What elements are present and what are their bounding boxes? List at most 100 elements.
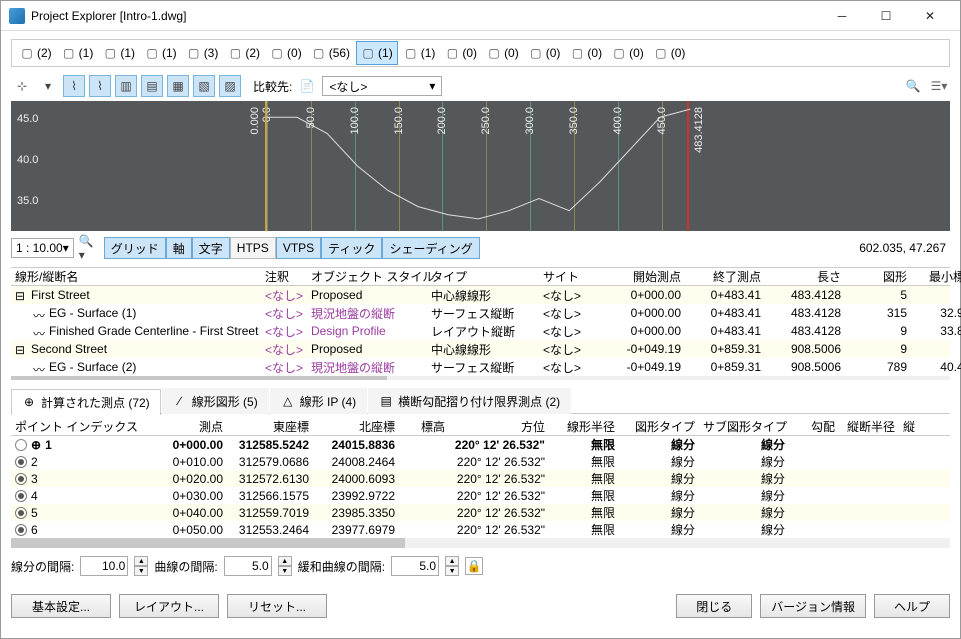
zoom-icon[interactable]: 🔍▾ [78, 237, 100, 259]
col-header[interactable]: 開始測点 [605, 268, 685, 285]
col-header[interactable]: 最小標高 [911, 268, 961, 285]
compare-combo[interactable]: <なし>▾ [322, 76, 442, 96]
profile-chart[interactable]: 35.040.045.00.050.0100.0150.0200.0250.03… [11, 101, 950, 231]
col-header[interactable]: 縦断半径 [839, 418, 899, 435]
toggle-VTPS[interactable]: VTPS [276, 237, 321, 259]
col-header[interactable]: サイト [539, 268, 605, 285]
tab-doc[interactable]: ▤横断勾配摺り付け限界測点 (2) [368, 388, 571, 414]
station-row[interactable]: 20+010.00312579.068624008.2464220° 12' 2… [11, 453, 950, 470]
close-button[interactable]: ✕ [908, 2, 952, 30]
row-figtype: 線分 [619, 487, 699, 504]
toolbar-item-3[interactable]: ▢(1) [141, 41, 181, 65]
toolbar-item-4[interactable]: ▢(3) [183, 41, 223, 65]
toolbar-item-15[interactable]: ▢(0) [650, 41, 690, 65]
station-row[interactable]: 50+040.00312559.701923985.3350220° 12' 2… [11, 504, 950, 521]
scale-combo[interactable]: 1 : 10.00 ▾ [11, 238, 74, 258]
toolbar-item-10[interactable]: ▢(0) [441, 41, 481, 65]
toolbar-item-6[interactable]: ▢(0) [266, 41, 306, 65]
ease-interval-spinner[interactable]: ▲▼ [445, 556, 459, 576]
toggle-グリッド[interactable]: グリッド [104, 237, 166, 259]
tool-section3-icon[interactable]: ▦ [167, 75, 189, 97]
ease-interval-input[interactable] [391, 556, 439, 576]
col-header[interactable]: 終了測点 [685, 268, 765, 285]
col-header[interactable]: 線形/縦断名 [11, 268, 261, 285]
tool-section5-icon[interactable]: ▨ [219, 75, 241, 97]
row-style: 現況地盤の縦断 [307, 305, 427, 322]
alignment-row[interactable]: 〰EG - Surface (2)<なし>現況地盤の縦断サーフェス縦断<なし>-… [11, 358, 950, 376]
row-east: 312572.6130 [227, 472, 313, 486]
h-scrollbar[interactable] [11, 376, 950, 380]
maximize-button[interactable]: ☐ [864, 2, 908, 30]
main-toolbar: ▢(2)▢(1)▢(1)▢(1)▢(3)▢(2)▢(0)▢(56)▢(1)▢(1… [11, 39, 950, 67]
col-header[interactable]: 方位 [449, 418, 549, 435]
col-header[interactable]: 勾配 [789, 418, 839, 435]
toolbar-item-5[interactable]: ▢(2) [224, 41, 264, 65]
tab-target[interactable]: ⊕計算された測点 (72) [11, 389, 161, 415]
compare-icon[interactable]: 📄 [296, 75, 318, 97]
h-scrollbar-lower[interactable] [11, 538, 950, 548]
tool-profile2-icon[interactable]: ⌇ [89, 75, 111, 97]
toggle-文字[interactable]: 文字 [192, 237, 230, 259]
col-header[interactable]: 東座標 [227, 418, 313, 435]
col-header[interactable]: 測点 [151, 418, 227, 435]
tool-section4-icon[interactable]: ▧ [193, 75, 215, 97]
toggle-シェーディング[interactable]: シェーディング [382, 237, 479, 259]
toolbar-item-14[interactable]: ▢(0) [608, 41, 648, 65]
toggle-ティック[interactable]: ティック [321, 237, 382, 259]
toggle-HTPS[interactable]: HTPS [230, 237, 276, 259]
toolbar-item-9[interactable]: ▢(1) [400, 41, 440, 65]
col-header[interactable]: 線形半径 [549, 418, 619, 435]
tool-dropdown-icon[interactable]: ▾ [37, 75, 59, 97]
search-icon[interactable]: 🔍 [902, 75, 924, 97]
curve-interval-spinner[interactable]: ▲▼ [278, 556, 292, 576]
alignment-row[interactable]: ⊟First Street<なし>Proposed中心線線形<なし>0+000.… [11, 286, 950, 304]
seg-interval-input[interactable] [80, 556, 128, 576]
alignment-row[interactable]: 〰EG - Surface (1)<なし>現況地盤の縦断サーフェス縦断<なし>0… [11, 304, 950, 322]
col-header[interactable]: 図形 [845, 268, 911, 285]
tool-profile1-icon[interactable]: ⌇ [63, 75, 85, 97]
col-header[interactable]: オブジェクト スタイル [307, 268, 427, 285]
close-dialog-button[interactable]: 閉じる [676, 594, 752, 618]
alignment-row[interactable]: 〰Finished Grade Centerline - First Stree… [11, 322, 950, 340]
help-button[interactable]: ヘルプ [874, 594, 950, 618]
tab-line[interactable]: ∕線形図形 (5) [162, 388, 269, 414]
toolbar-item-1[interactable]: ▢(1) [58, 41, 98, 65]
reset-button[interactable]: リセット... [227, 594, 327, 618]
seg-interval-spinner[interactable]: ▲▼ [134, 556, 148, 576]
toolbar-item-2[interactable]: ▢(1) [99, 41, 139, 65]
toolbar-item-0[interactable]: ▢(2) [16, 41, 56, 65]
col-header[interactable]: 北座標 [313, 418, 399, 435]
lock-icon[interactable]: 🔒 [465, 557, 483, 575]
tool-section2-icon[interactable]: ▤ [141, 75, 163, 97]
tool-section1-icon[interactable]: ▥ [115, 75, 137, 97]
col-header[interactable]: タイプ [427, 268, 539, 285]
col-header[interactable]: 図形タイプ [619, 418, 699, 435]
col-header[interactable]: 縦 [899, 418, 919, 435]
toolbar-item-13[interactable]: ▢(0) [566, 41, 606, 65]
station-grid: ポイント インデックス測点東座標北座標標高方位線形半径図形タイプサブ図形タイプ勾… [11, 418, 950, 548]
tool-placemark-icon[interactable]: ⊹ [11, 75, 33, 97]
toolbar-item-8[interactable]: ▢(1) [356, 41, 398, 65]
station-row[interactable]: 40+030.00312566.157523992.9722220° 12' 2… [11, 487, 950, 504]
tab-tri[interactable]: △線形 IP (4) [270, 388, 367, 414]
col-header[interactable]: 注釈 [261, 268, 307, 285]
minimize-button[interactable]: ─ [820, 2, 864, 30]
toggle-軸[interactable]: 軸 [166, 237, 192, 259]
col-header[interactable]: ポイント インデックス [11, 418, 151, 435]
station-row[interactable]: 30+020.00312572.613024000.6093220° 12' 2… [11, 470, 950, 487]
col-header[interactable]: 長さ [765, 268, 845, 285]
station-row[interactable]: 60+050.00312553.246423977.6979220° 12' 2… [11, 521, 950, 538]
col-header[interactable]: 標高 [399, 418, 449, 435]
station-row[interactable]: ⊕10+000.00312585.524224015.8836220° 12' … [11, 436, 950, 453]
curve-interval-input[interactable] [224, 556, 272, 576]
toolbar-item-11[interactable]: ▢(0) [483, 41, 523, 65]
toolbar-item-12[interactable]: ▢(0) [525, 41, 565, 65]
basic-settings-button[interactable]: 基本設定... [11, 594, 111, 618]
version-button[interactable]: バージョン情報 [760, 594, 866, 618]
alignment-row[interactable]: ⊟Second Street<なし>Proposed中心線線形<なし>-0+04… [11, 340, 950, 358]
toolbar-item-7[interactable]: ▢(56) [308, 41, 354, 65]
row-site: <なし> [539, 323, 605, 340]
col-header[interactable]: サブ図形タイプ [699, 418, 789, 435]
list-menu-icon[interactable]: ☰▾ [928, 75, 950, 97]
layout-button[interactable]: レイアウト... [119, 594, 219, 618]
